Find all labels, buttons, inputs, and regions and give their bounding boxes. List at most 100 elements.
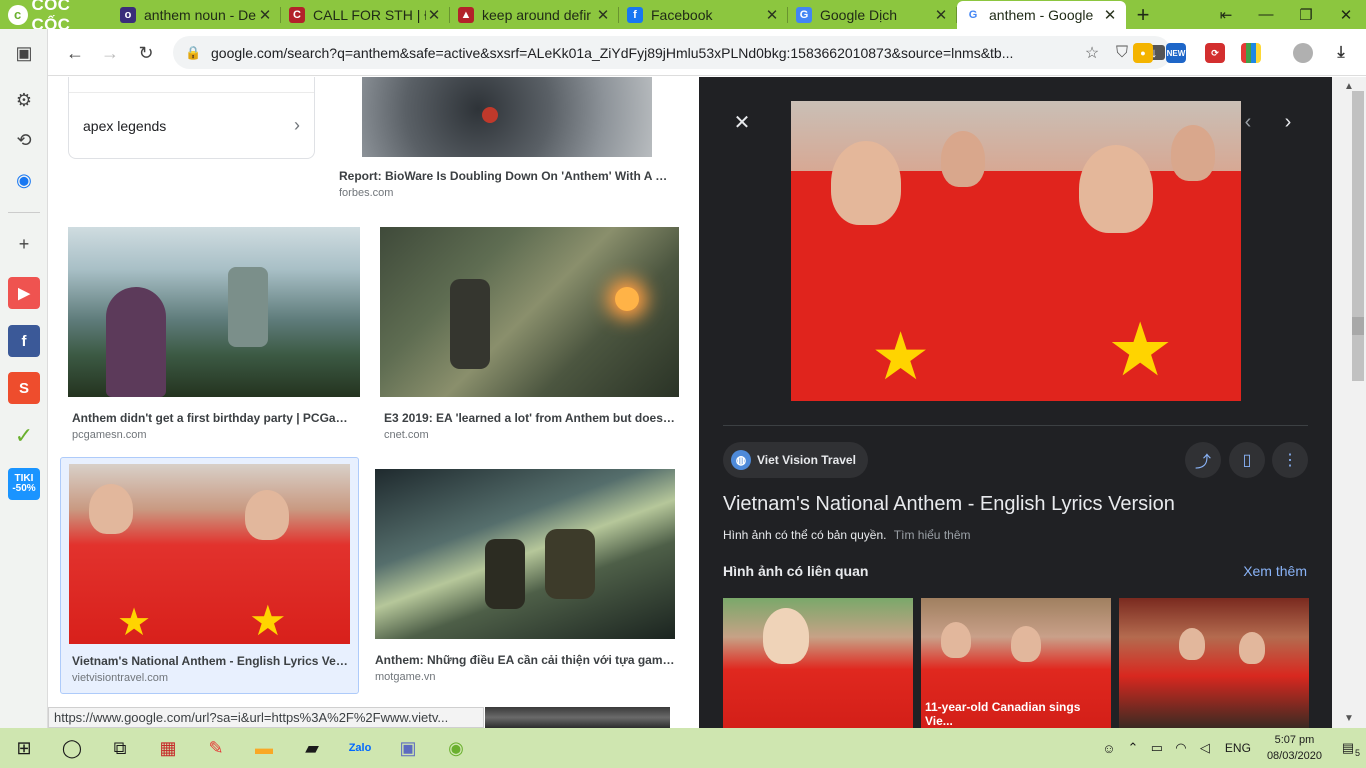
divider: [723, 425, 1308, 426]
preview-title[interactable]: Vietnam's National Anthem - English Lyri…: [723, 493, 1175, 516]
notes-icon[interactable]: ▰: [288, 728, 336, 768]
tab-facebook[interactable]: f Facebook ✕: [619, 0, 788, 29]
result-source: vietvisiontravel.com: [72, 672, 168, 684]
forward-icon[interactable]: →: [97, 40, 123, 66]
image-result[interactable]: E3 2019: EA 'learned a lot' from Anthem …: [380, 227, 679, 449]
coccoc-extension-icon[interactable]: ●: [1133, 43, 1153, 63]
more-options-icon[interactable]: ⋮: [1272, 442, 1308, 478]
reload-icon[interactable]: ↻: [133, 40, 159, 66]
lock-icon[interactable]: 🔒: [185, 45, 205, 61]
preview-image[interactable]: ★ ★: [791, 101, 1241, 401]
paint-icon[interactable]: ✎: [192, 728, 240, 768]
youtube-icon[interactable]: ▶: [8, 277, 40, 309]
tiki-icon[interactable]: TIKI -50%: [8, 468, 40, 500]
result-image[interactable]: ★ ★: [69, 464, 350, 644]
bookmark-icon[interactable]: ▯: [1229, 442, 1265, 478]
color-extension-icon[interactable]: [1241, 43, 1261, 63]
people-icon[interactable]: ☺: [1097, 741, 1121, 756]
close-window-icon[interactable]: ✕: [1326, 0, 1366, 29]
image-result[interactable]: Anthem didn't get a first birthday party…: [68, 227, 360, 449]
page-scrollbar[interactable]: ▲ ▼: [1332, 77, 1366, 728]
image-result[interactable]: Anthem: Những điều EA cần cải thiện với …: [371, 463, 679, 685]
shopee-icon[interactable]: S: [8, 372, 40, 404]
battery-icon[interactable]: ▭: [1145, 740, 1169, 756]
coccoc-icon[interactable]: ✓: [8, 420, 40, 452]
search-icon[interactable]: ◯: [48, 728, 96, 768]
clock[interactable]: 5:07 pm 08/03/2020: [1259, 732, 1330, 764]
freedictionary-icon: ▲: [458, 6, 474, 23]
result-caption[interactable]: Vietnam's National Anthem - English Lyri…: [72, 654, 348, 668]
app-store-icon[interactable]: ▣: [384, 728, 432, 768]
panel-toggle-icon[interactable]: ▣: [8, 37, 40, 69]
share-icon[interactable]: ⤴: [1185, 442, 1221, 478]
new-badge-icon[interactable]: NEW: [1166, 43, 1186, 63]
close-tab-icon[interactable]: ✕: [1102, 6, 1118, 24]
zalo-icon[interactable]: Zalo: [336, 728, 384, 768]
scroll-down-icon[interactable]: ▼: [1344, 713, 1354, 724]
tab-anthem-google[interactable]: G anthem - Google ✕: [957, 1, 1126, 29]
close-icon[interactable]: ✕: [729, 109, 755, 135]
result-caption[interactable]: Report: BioWare Is Doubling Down On 'Ant…: [339, 169, 675, 183]
coccoc-logo[interactable]: c CỐC CỐC: [0, 0, 112, 34]
related-image[interactable]: [723, 598, 913, 728]
file-explorer-icon[interactable]: ▬: [240, 728, 288, 768]
result-image[interactable]: [375, 469, 675, 639]
result-caption[interactable]: E3 2019: EA 'learned a lot' from Anthem …: [384, 411, 675, 425]
scroll-thumb[interactable]: [1352, 91, 1364, 381]
close-tab-icon[interactable]: ✕: [426, 6, 442, 24]
image-result-selected[interactable]: ★ ★ Vietnam's National Anthem - English …: [60, 457, 359, 694]
red-extension-icon[interactable]: ⟳: [1205, 43, 1225, 63]
history-icon[interactable]: ⟲: [8, 124, 40, 156]
tab-list-icon[interactable]: ⇤: [1206, 0, 1246, 29]
panel-scroll-thumb[interactable]: [1352, 317, 1364, 335]
suggestion-item[interactable]: apex legends ›: [69, 92, 314, 158]
result-image[interactable]: [362, 77, 652, 157]
downloads-icon[interactable]: ⤓: [1331, 43, 1351, 63]
source-chip[interactable]: ◍ Viet Vision Travel: [723, 442, 868, 478]
new-tab-button[interactable]: +: [1126, 0, 1160, 29]
image-result[interactable]: [485, 707, 670, 728]
settings-icon[interactable]: ⚙: [8, 84, 40, 116]
chevron-up-icon[interactable]: ⌃: [1121, 740, 1145, 756]
app-icon[interactable]: ▦: [144, 728, 192, 768]
notification-center-icon[interactable]: ▤ 5: [1330, 740, 1366, 758]
messenger-icon[interactable]: ◉: [8, 164, 40, 196]
related-image[interactable]: 11-year-old Canadian sings Vie...: [921, 598, 1111, 728]
see-more-link[interactable]: Xem thêm: [1243, 563, 1307, 579]
bookmark-star-icon[interactable]: ☆: [1077, 43, 1107, 63]
result-image[interactable]: [485, 707, 670, 728]
close-tab-icon[interactable]: ✕: [933, 6, 949, 24]
result-caption[interactable]: Anthem didn't get a first birthday party…: [72, 411, 356, 425]
result-image[interactable]: [68, 227, 360, 397]
chevron-right-icon[interactable]: ›: [1275, 109, 1301, 135]
image-preview-panel: ✕ ‹ › ★ ★ ◍ Viet Vision Travel ⤴ ▯ ⋮ Vie…: [699, 77, 1332, 728]
url-text[interactable]: google.com/search?q=anthem&safe=active&s…: [211, 45, 1077, 61]
tab-call-for-sth[interactable]: C CALL FOR STH | Đ ✕: [281, 0, 450, 29]
status-bar-url: https://www.google.com/url?sa=i&url=http…: [48, 707, 484, 728]
input-language[interactable]: ENG: [1217, 741, 1259, 755]
result-caption[interactable]: Anthem: Những điều EA cần cải thiện với …: [375, 653, 675, 667]
volume-icon[interactable]: ◁: [1193, 740, 1217, 756]
tab-keep-around[interactable]: ▲ keep around defir ✕: [450, 0, 619, 29]
related-image[interactable]: [1119, 598, 1309, 728]
maximize-icon[interactable]: ❐: [1286, 0, 1326, 29]
profile-avatar-icon[interactable]: [1293, 43, 1313, 63]
task-view-icon[interactable]: ⧉: [96, 728, 144, 768]
tab-anthem-oxford[interactable]: o anthem noun - De ✕: [112, 0, 281, 29]
close-tab-icon[interactable]: ✕: [595, 6, 611, 24]
learn-more-link[interactable]: Tìm hiểu thêm: [894, 528, 971, 542]
tab-google-translate[interactable]: G Google Dịch ✕: [788, 0, 957, 29]
facebook-icon[interactable]: f: [8, 325, 40, 357]
start-icon[interactable]: ⊞: [0, 728, 48, 768]
wifi-icon[interactable]: ◠: [1169, 740, 1193, 756]
minimize-icon[interactable]: —: [1246, 0, 1286, 29]
close-tab-icon[interactable]: ✕: [764, 6, 780, 24]
add-icon[interactable]: +: [8, 228, 40, 260]
close-tab-icon[interactable]: ✕: [257, 6, 273, 24]
back-icon[interactable]: ←: [62, 40, 88, 66]
image-result[interactable]: Report: BioWare Is Doubling Down On 'Ant…: [335, 77, 679, 207]
address-bar[interactable]: 🔒 google.com/search?q=anthem&safe=active…: [173, 36, 1171, 69]
result-image[interactable]: [380, 227, 679, 397]
tab-strip: c CỐC CỐC o anthem noun - De ✕ C CALL FO…: [0, 0, 1366, 34]
coccoc-taskbar-icon[interactable]: ◉: [432, 728, 480, 768]
